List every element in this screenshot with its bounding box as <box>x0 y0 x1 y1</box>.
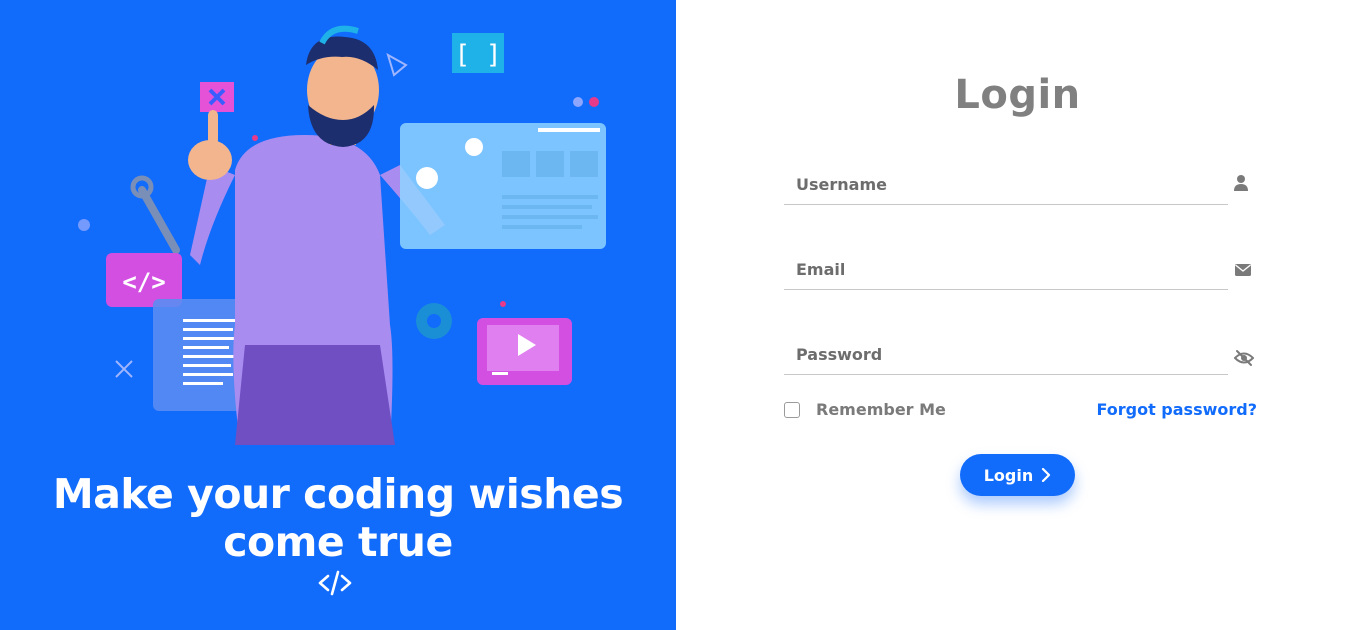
developer-illustration: [ ] </> <box>78 25 606 445</box>
hero-tagline: Make your coding wishes come true <box>0 470 676 566</box>
hero-panel: [ ] </> Make your coding wishes come tru… <box>0 0 676 630</box>
username-field <box>784 165 1248 205</box>
username-input[interactable] <box>784 165 1228 204</box>
remember-row: Remember Me Forgot password? <box>784 400 1257 422</box>
user-icon <box>1234 175 1248 191</box>
eye-slash-icon[interactable] <box>1234 349 1254 367</box>
login-button[interactable]: Login <box>960 454 1075 496</box>
svg-text:[ ]: [ ] <box>455 40 502 70</box>
email-input[interactable] <box>784 250 1228 289</box>
password-input[interactable] <box>784 335 1228 374</box>
login-button-label: Login <box>983 465 1034 485</box>
tagline-line-1: Make your coding wishes <box>52 470 624 518</box>
login-panel: Login Remember Me Forgot password? Login <box>676 0 1353 630</box>
remember-checkbox[interactable] <box>784 402 800 418</box>
email-field <box>784 250 1251 290</box>
svg-text:</>: </> <box>122 268 165 296</box>
remember-label[interactable]: Remember Me <box>816 400 946 419</box>
chevron-right-icon <box>1042 468 1051 482</box>
envelope-icon <box>1235 264 1251 276</box>
page-title: Login <box>954 72 1081 118</box>
forgot-password-link[interactable]: Forgot password? <box>1096 400 1257 419</box>
tagline-line-2: come true <box>223 518 453 566</box>
code-slash-icon <box>318 570 352 596</box>
password-field <box>784 335 1254 375</box>
